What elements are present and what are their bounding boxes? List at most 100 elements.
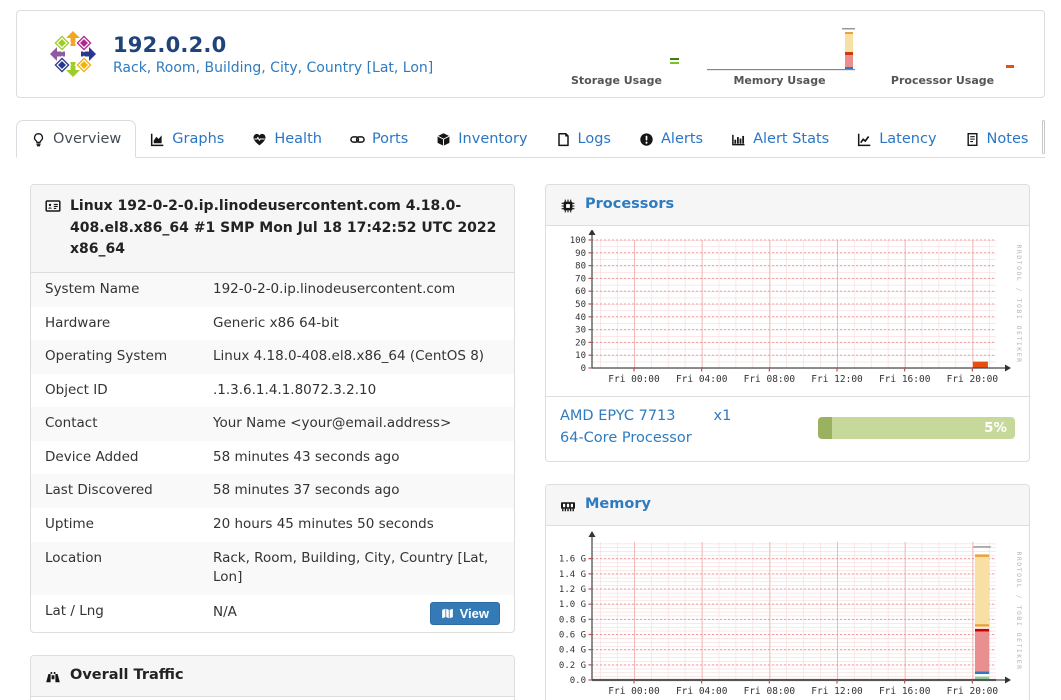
- cpu-name-line2-link[interactable]: 64-Core Processor: [560, 430, 692, 446]
- cpu-name-link[interactable]: AMD EPYC 7713: [560, 408, 676, 424]
- tab-notes[interactable]: Notes: [951, 121, 1043, 157]
- tab-overview[interactable]: Overview: [16, 120, 137, 158]
- cpu-usage-percent: 5%: [984, 419, 1007, 436]
- processor-usage-minigraph[interactable]: Processor Usage: [861, 21, 1024, 87]
- svg-text:60: 60: [575, 287, 586, 297]
- tab-latency[interactable]: Latency: [843, 121, 950, 157]
- table-row: System Name 192-0-2-0.ip.linodeuserconten…: [31, 273, 514, 307]
- system-info-panel: Linux 192-0-2-0.ip.linodeusercontent.com…: [30, 184, 515, 633]
- left-column: Linux 192-0-2-0.ip.linodeusercontent.com…: [30, 184, 515, 700]
- tab-label: Alerts: [661, 131, 704, 147]
- binoculars-icon: [45, 669, 61, 685]
- svg-text:RRDTOOL / TOBI OETIKER: RRDTOOL / TOBI OETIKER: [1015, 244, 1023, 363]
- tab-alert-stats[interactable]: Alert Stats: [717, 121, 843, 157]
- linechart-icon: [857, 132, 872, 147]
- svg-text:RRDTOOL / TOBI OETIKER: RRDTOOL / TOBI OETIKER: [1015, 551, 1023, 670]
- storage-usage-minigraph[interactable]: Storage Usage: [535, 21, 698, 87]
- row-label: Hardware: [45, 314, 111, 331]
- centos-logo: [50, 31, 96, 77]
- svg-text:1.4 G: 1.4 G: [559, 569, 586, 579]
- tab-ports[interactable]: Ports: [336, 121, 422, 157]
- svg-text:Fri 20:00: Fri 20:00: [947, 686, 999, 697]
- svg-text:Fri 00:00: Fri 00:00: [608, 374, 660, 385]
- device-header: 192.0.2.0 Rack, Room, Building, City, Co…: [16, 10, 1045, 98]
- svg-text:Fri 12:00: Fri 12:00: [811, 686, 863, 697]
- row-label: Device Added: [45, 448, 139, 465]
- row-value: Linux 4.18.0-408.el8.x86_64 (CentOS 8): [213, 348, 485, 365]
- memory-sparkline: [706, 28, 855, 71]
- cpu-row: AMD EPYC 7713 x1 64-Core Processor 5%: [546, 396, 1029, 461]
- tab-label: Overview: [53, 131, 122, 147]
- view-button-label: View: [459, 605, 489, 621]
- svg-text:80: 80: [575, 262, 586, 272]
- link-icon: [350, 132, 365, 147]
- svg-text:Fri 08:00: Fri 08:00: [744, 374, 796, 385]
- tab-label: Notes: [986, 131, 1029, 147]
- notes-icon: [965, 132, 980, 147]
- processors-panel: Processors 0 10 20 30 40 50 60 70 80 90 100 Fri 00:…: [545, 184, 1030, 462]
- svg-text:0: 0: [581, 364, 586, 374]
- svg-text:Fri 04:00: Fri 04:00: [676, 374, 728, 385]
- svg-text:1.0 G: 1.0 G: [559, 600, 586, 610]
- processor-sparkline: [1005, 65, 1014, 68]
- tab-graphs[interactable]: Graphs: [136, 121, 238, 157]
- row-label: Uptime: [45, 516, 94, 532]
- svg-text:0.8 G: 0.8 G: [559, 615, 586, 625]
- svg-text:10: 10: [575, 351, 586, 361]
- tab-label: Latency: [879, 131, 937, 147]
- svg-text:Fri 04:00: Fri 04:00: [676, 686, 728, 697]
- tab-label: Logs: [577, 131, 611, 147]
- barchart-icon: [731, 132, 746, 147]
- device-location-link[interactable]: Rack, Room, Building, City, Country [Lat…: [113, 60, 433, 76]
- svg-text:1.6 G: 1.6 G: [559, 554, 586, 564]
- tab-label: Health: [274, 131, 322, 147]
- map-icon: [441, 607, 454, 620]
- row-label: Contact: [45, 415, 98, 432]
- tab-label: Ports: [371, 131, 409, 147]
- svg-text:1.2 G: 1.2 G: [559, 585, 586, 595]
- memory-graph[interactable]: 0.0 0.2 G 0.4 G 0.6 G 0.8 G 1.0 G 1.2 G 1.4 G 1.…: [546, 526, 1029, 700]
- memory-panel-link[interactable]: Memory: [585, 496, 651, 512]
- tab-inventory[interactable]: Inventory: [422, 121, 541, 157]
- tab-label: Inventory: [458, 131, 528, 147]
- row-label: Object ID: [45, 381, 108, 398]
- settings-button[interactable]: ⚙: [1043, 121, 1045, 153]
- system-title: Linux 192-0-2-0.ip.linodeusercontent.com…: [70, 198, 497, 258]
- lightbulb-icon: [31, 132, 46, 147]
- device-actions-group: ⚙ ⋮: [1042, 120, 1045, 154]
- row-value: N/A: [213, 604, 237, 621]
- device-title: 192.0.2.0: [113, 32, 227, 57]
- row-label: Lat / Lng: [45, 602, 104, 619]
- row-value: Rack, Room, Building, City, Country [Lat…: [213, 549, 489, 586]
- processors-panel-link[interactable]: Processors: [585, 196, 674, 212]
- view-location-button[interactable]: View: [429, 601, 500, 625]
- tab-logs[interactable]: Logs: [542, 121, 625, 157]
- memory-usage-minigraph[interactable]: Memory Usage: [698, 21, 861, 87]
- microchip-icon: [560, 198, 576, 214]
- cpu-count: x1: [713, 408, 732, 424]
- tab-health[interactable]: Health: [238, 121, 336, 157]
- tab-label: Alert Stats: [753, 131, 830, 147]
- row-label: Location: [45, 549, 103, 566]
- svg-text:40: 40: [575, 313, 586, 323]
- table-row: Last Discovered 58 minutes 37 seconds ago: [31, 474, 514, 508]
- row-value: Generic x86 64-bit: [213, 314, 339, 331]
- svg-text:Fri 12:00: Fri 12:00: [811, 374, 863, 385]
- tab-alerts[interactable]: Alerts: [625, 121, 717, 157]
- row-label: Last Discovered: [45, 482, 153, 499]
- table-row: Contact Your Name <your@email.address>: [31, 407, 514, 441]
- device-overview-page: 192.0.2.0 Rack, Room, Building, City, Co…: [0, 10, 1061, 700]
- row-value: 58 minutes 43 seconds ago: [213, 448, 400, 465]
- alert-icon: [639, 132, 654, 147]
- row-value: 192-0-2-0.ip.linodeusercontent.com: [213, 281, 456, 298]
- row-value: Your Name <your@email.address>: [213, 415, 452, 432]
- cube-icon: [436, 132, 451, 147]
- svg-text:Fri 20:00: Fri 20:00: [947, 374, 999, 385]
- svg-text:100: 100: [570, 236, 586, 246]
- minigraph-label: Processor Usage: [890, 74, 995, 87]
- row-value: 58 minutes 37 seconds ago: [213, 482, 400, 499]
- svg-text:Fri 16:00: Fri 16:00: [879, 686, 931, 697]
- processors-graph[interactable]: 0 10 20 30 40 50 60 70 80 90 100 Fri 00:00 Fri 04:00…: [546, 226, 1029, 396]
- minigraph-label: Storage Usage: [571, 74, 662, 87]
- minigraph-label: Memory Usage: [733, 74, 826, 87]
